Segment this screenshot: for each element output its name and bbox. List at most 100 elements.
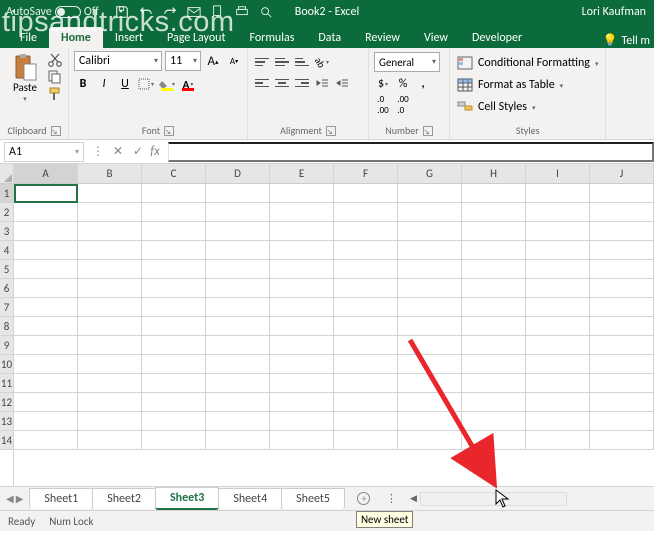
conditional-formatting-button[interactable]: Conditional Formatting▾ (455, 53, 600, 73)
format-painter-icon[interactable] (47, 87, 63, 101)
cell[interactable] (78, 336, 142, 355)
cell[interactable] (334, 431, 398, 450)
cell[interactable] (206, 355, 270, 374)
cell[interactable] (206, 241, 270, 260)
cell[interactable] (270, 431, 334, 450)
sheet-prev-icon[interactable]: ◀ (6, 492, 14, 505)
cell[interactable] (526, 298, 590, 317)
cell[interactable] (14, 279, 78, 298)
cell[interactable] (334, 241, 398, 260)
cell[interactable] (270, 355, 334, 374)
cell[interactable] (590, 317, 654, 336)
enter-formula-icon[interactable]: ✓ (128, 144, 148, 159)
cell[interactable] (14, 298, 78, 317)
formula-input[interactable] (168, 142, 654, 162)
cell[interactable] (462, 241, 526, 260)
new-sheet-button[interactable]: + New sheet (352, 489, 376, 509)
fill-color-button[interactable] (158, 75, 176, 93)
cell[interactable] (526, 393, 590, 412)
row-header[interactable]: 10 (0, 355, 13, 374)
row-header[interactable]: 8 (0, 317, 13, 336)
cell[interactable] (590, 241, 654, 260)
print-preview-icon[interactable] (259, 5, 273, 19)
cell[interactable] (334, 298, 398, 317)
row-header[interactable]: 11 (0, 374, 13, 393)
cell[interactable] (462, 222, 526, 241)
user-name[interactable]: Lori Kaufman (582, 5, 646, 19)
cell[interactable] (142, 260, 206, 279)
comma-button[interactable]: , (414, 75, 432, 93)
tab-home[interactable]: Home (49, 27, 103, 48)
cell[interactable] (142, 298, 206, 317)
cell[interactable] (462, 184, 526, 203)
sheet-tab[interactable]: Sheet2 (92, 488, 156, 509)
cell[interactable] (526, 374, 590, 393)
number-format-select[interactable]: General (374, 52, 440, 72)
cell[interactable] (334, 184, 398, 203)
cell[interactable] (206, 374, 270, 393)
cell[interactable] (398, 222, 462, 241)
cell[interactable] (142, 184, 206, 203)
column-header[interactable]: E (270, 164, 334, 183)
font-launcher-icon[interactable] (164, 126, 174, 136)
cell[interactable] (14, 336, 78, 355)
cell[interactable] (270, 184, 334, 203)
currency-button[interactable]: $ (374, 75, 392, 93)
copy-icon[interactable] (47, 70, 63, 84)
undo-icon[interactable] (139, 5, 153, 19)
cell[interactable] (142, 222, 206, 241)
row-header[interactable]: 3 (0, 222, 13, 241)
column-header[interactable]: A (14, 164, 78, 183)
cell[interactable] (142, 241, 206, 260)
tell-me[interactable]: 💡 Tell m (602, 33, 654, 48)
row-header[interactable]: 9 (0, 336, 13, 355)
row-header[interactable]: 5 (0, 260, 13, 279)
cell[interactable] (590, 355, 654, 374)
cell[interactable] (206, 260, 270, 279)
align-middle-button[interactable] (273, 54, 291, 70)
column-header[interactable]: J (590, 164, 654, 183)
cell[interactable] (334, 412, 398, 431)
cell[interactable] (14, 203, 78, 222)
tab-file[interactable]: File (8, 27, 49, 48)
cell[interactable] (14, 393, 78, 412)
align-left-button[interactable] (253, 75, 271, 91)
cell[interactable] (270, 393, 334, 412)
cell[interactable] (14, 374, 78, 393)
decrease-decimal-button[interactable]: .00.0 (394, 96, 412, 114)
cell[interactable] (78, 317, 142, 336)
cut-icon[interactable] (47, 53, 63, 67)
autosave-toggle[interactable]: AutoSave Off (6, 5, 99, 19)
cell[interactable] (398, 184, 462, 203)
cell[interactable] (590, 222, 654, 241)
cell[interactable] (14, 431, 78, 450)
cell[interactable] (14, 222, 78, 241)
row-header[interactable]: 2 (0, 203, 13, 222)
cell[interactable] (526, 203, 590, 222)
cell[interactable] (526, 279, 590, 298)
cell[interactable] (78, 298, 142, 317)
cell[interactable] (590, 260, 654, 279)
cell[interactable] (398, 279, 462, 298)
borders-button[interactable] (137, 75, 155, 93)
cell[interactable] (526, 355, 590, 374)
column-header[interactable]: I (526, 164, 590, 183)
row-header[interactable]: 14 (0, 431, 13, 450)
cell[interactable] (398, 298, 462, 317)
percent-button[interactable]: % (394, 75, 412, 93)
column-header[interactable]: C (142, 164, 206, 183)
column-header[interactable]: F (334, 164, 398, 183)
cell[interactable] (590, 431, 654, 450)
font-color-button[interactable]: A (179, 75, 197, 93)
new-icon[interactable] (211, 5, 225, 19)
cell[interactable] (142, 336, 206, 355)
sheet-menu-icon[interactable]: ⋮ (386, 492, 397, 505)
sheet-tab[interactable]: Sheet4 (218, 488, 282, 509)
cell[interactable] (142, 279, 206, 298)
cell[interactable] (334, 393, 398, 412)
cell[interactable] (270, 317, 334, 336)
cell[interactable] (270, 203, 334, 222)
cell[interactable] (526, 222, 590, 241)
cell[interactable] (206, 203, 270, 222)
cell[interactable] (590, 203, 654, 222)
